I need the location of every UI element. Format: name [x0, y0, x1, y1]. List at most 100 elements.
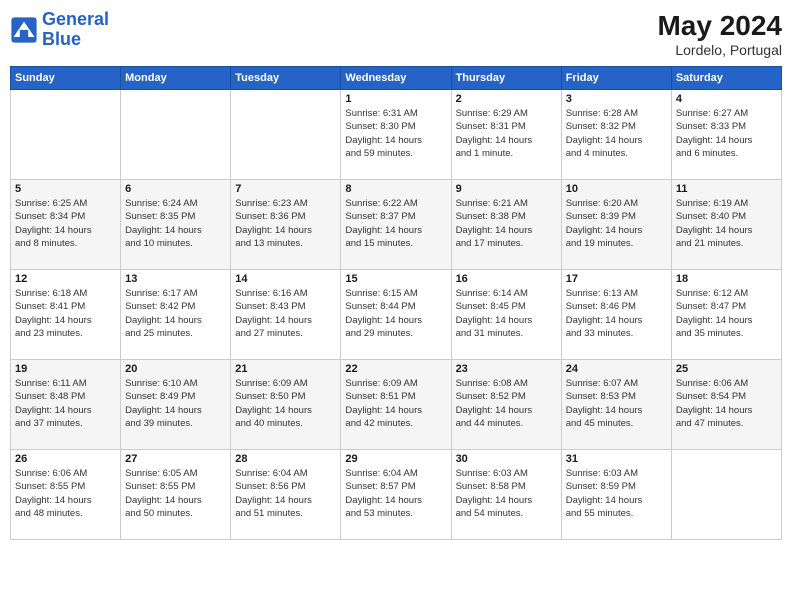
table-row: 28Sunrise: 6:04 AMSunset: 8:56 PMDayligh… [231, 450, 341, 540]
day-number: 5 [15, 183, 116, 195]
day-number: 8 [345, 183, 446, 195]
day-number: 29 [345, 453, 446, 465]
table-row: 11Sunrise: 6:19 AMSunset: 8:40 PMDayligh… [671, 180, 781, 270]
col-tuesday: Tuesday [231, 67, 341, 90]
day-number: 16 [456, 273, 557, 285]
day-number: 26 [15, 453, 116, 465]
day-info: Sunrise: 6:11 AMSunset: 8:48 PMDaylight:… [15, 377, 116, 430]
day-number: 4 [676, 93, 777, 105]
table-row: 5 Sunrise: 6:25 AMSunset: 8:34 PMDaylight… [11, 180, 121, 270]
day-number: 18 [676, 273, 777, 285]
table-row: 2 Sunrise: 6:29 AMSunset: 8:31 PMDaylight… [451, 90, 561, 180]
day-info: Sunrise: 6:22 AMSunset: 8:37 PMDaylight:… [345, 197, 446, 250]
table-row: 30 Sunrise: 6:03 AMSunset: 8:58 PMDayligh… [451, 450, 561, 540]
page: General Blue May 2024 Lordelo, Portugal … [0, 0, 792, 612]
day-info: Sunrise: 6:15 AMSunset: 8:44 PMDaylight:… [345, 287, 446, 340]
day-info: Sunrise: 6:17 AMSunset: 8:42 PMDaylight:… [125, 287, 226, 340]
table-row: 15 Sunrise: 6:15 AMSunset: 8:44 PMDayligh… [341, 270, 451, 360]
calendar-week-row: 12Sunrise: 6:18 AMSunset: 8:41 PMDayligh… [11, 270, 782, 360]
day-info: Sunrise: 6:18 AMSunset: 8:41 PMDaylight:… [15, 287, 116, 340]
day-number: 21 [235, 363, 336, 375]
day-number: 13 [125, 273, 226, 285]
day-info: Sunrise: 6:20 AMSunset: 8:39 PMDaylight:… [566, 197, 667, 250]
day-number: 27 [125, 453, 226, 465]
day-number: 28 [235, 453, 336, 465]
table-row: 22 Sunrise: 6:09 AMSunset: 8:51 PMDayligh… [341, 360, 451, 450]
day-number: 22 [345, 363, 446, 375]
table-row: 6 Sunrise: 6:24 AMSunset: 8:35 PMDaylight… [121, 180, 231, 270]
table-row: 14Sunrise: 6:16 AMSunset: 8:43 PMDayligh… [231, 270, 341, 360]
table-row: 24Sunrise: 6:07 AMSunset: 8:53 PMDayligh… [561, 360, 671, 450]
logo: General Blue [10, 10, 109, 50]
table-row [231, 90, 341, 180]
day-info: Sunrise: 6:06 AMSunset: 8:54 PMDaylight:… [676, 377, 777, 430]
location: Lordelo, Portugal [657, 42, 782, 58]
day-number: 14 [235, 273, 336, 285]
col-sunday: Sunday [11, 67, 121, 90]
day-info: Sunrise: 6:25 AMSunset: 8:34 PMDaylight:… [15, 197, 116, 250]
day-info: Sunrise: 6:10 AMSunset: 8:49 PMDaylight:… [125, 377, 226, 430]
table-row: 26Sunrise: 6:06 AMSunset: 8:55 PMDayligh… [11, 450, 121, 540]
month-title: May 2024 [657, 10, 782, 42]
calendar-week-row: 1 Sunrise: 6:31 AMSunset: 8:30 PMDaylight… [11, 90, 782, 180]
day-info: Sunrise: 6:09 AMSunset: 8:51 PMDaylight:… [345, 377, 446, 430]
table-row: 1 Sunrise: 6:31 AMSunset: 8:30 PMDaylight… [341, 90, 451, 180]
day-info: Sunrise: 6:04 AMSunset: 8:57 PMDaylight:… [345, 467, 446, 520]
table-row: 10Sunrise: 6:20 AMSunset: 8:39 PMDayligh… [561, 180, 671, 270]
day-number: 19 [15, 363, 116, 375]
day-info: Sunrise: 6:12 AMSunset: 8:47 PMDaylight:… [676, 287, 777, 340]
day-info: Sunrise: 6:28 AMSunset: 8:32 PMDaylight:… [566, 107, 667, 160]
day-number: 30 [456, 453, 557, 465]
table-row: 7Sunrise: 6:23 AMSunset: 8:36 PMDaylight… [231, 180, 341, 270]
day-number: 31 [566, 453, 667, 465]
day-info: Sunrise: 6:24 AMSunset: 8:35 PMDaylight:… [125, 197, 226, 250]
table-row: 12Sunrise: 6:18 AMSunset: 8:41 PMDayligh… [11, 270, 121, 360]
table-row: 13 Sunrise: 6:17 AMSunset: 8:42 PMDayligh… [121, 270, 231, 360]
table-row [671, 450, 781, 540]
table-row [11, 90, 121, 180]
table-row: 31 Sunrise: 6:03 AMSunset: 8:59 PMDayligh… [561, 450, 671, 540]
table-row: 21 Sunrise: 6:09 AMSunset: 8:50 PMDayligh… [231, 360, 341, 450]
day-info: Sunrise: 6:03 AMSunset: 8:58 PMDaylight:… [456, 467, 557, 520]
day-number: 24 [566, 363, 667, 375]
day-info: Sunrise: 6:14 AMSunset: 8:45 PMDaylight:… [456, 287, 557, 340]
calendar-week-row: 5 Sunrise: 6:25 AMSunset: 8:34 PMDaylight… [11, 180, 782, 270]
day-number: 20 [125, 363, 226, 375]
table-row: 18 Sunrise: 6:12 AMSunset: 8:47 PMDayligh… [671, 270, 781, 360]
day-number: 25 [676, 363, 777, 375]
day-number: 2 [456, 93, 557, 105]
table-row [121, 90, 231, 180]
logo-icon [10, 16, 38, 44]
header: General Blue May 2024 Lordelo, Portugal [10, 10, 782, 58]
day-number: 6 [125, 183, 226, 195]
calendar: Sunday Monday Tuesday Wednesday Thursday… [10, 66, 782, 540]
day-info: Sunrise: 6:21 AMSunset: 8:38 PMDaylight:… [456, 197, 557, 250]
day-number: 15 [345, 273, 446, 285]
table-row: 8 Sunrise: 6:22 AMSunset: 8:37 PMDaylight… [341, 180, 451, 270]
day-number: 23 [456, 363, 557, 375]
day-info: Sunrise: 6:05 AMSunset: 8:55 PMDaylight:… [125, 467, 226, 520]
day-number: 7 [235, 183, 336, 195]
day-info: Sunrise: 6:27 AMSunset: 8:33 PMDaylight:… [676, 107, 777, 160]
col-wednesday: Wednesday [341, 67, 451, 90]
day-info: Sunrise: 6:09 AMSunset: 8:50 PMDaylight:… [235, 377, 336, 430]
col-saturday: Saturday [671, 67, 781, 90]
day-info: Sunrise: 6:29 AMSunset: 8:31 PMDaylight:… [456, 107, 557, 160]
day-info: Sunrise: 6:31 AMSunset: 8:30 PMDaylight:… [345, 107, 446, 160]
title-section: May 2024 Lordelo, Portugal [657, 10, 782, 58]
table-row: 27 Sunrise: 6:05 AMSunset: 8:55 PMDayligh… [121, 450, 231, 540]
calendar-header-row: Sunday Monday Tuesday Wednesday Thursday… [11, 67, 782, 90]
col-thursday: Thursday [451, 67, 561, 90]
logo-line1: General [42, 10, 109, 30]
table-row: 3Sunrise: 6:28 AMSunset: 8:32 PMDaylight… [561, 90, 671, 180]
col-monday: Monday [121, 67, 231, 90]
table-row: 17Sunrise: 6:13 AMSunset: 8:46 PMDayligh… [561, 270, 671, 360]
day-info: Sunrise: 6:19 AMSunset: 8:40 PMDaylight:… [676, 197, 777, 250]
table-row: 19 Sunrise: 6:11 AMSunset: 8:48 PMDayligh… [11, 360, 121, 450]
day-number: 17 [566, 273, 667, 285]
day-number: 9 [456, 183, 557, 195]
day-info: Sunrise: 6:03 AMSunset: 8:59 PMDaylight:… [566, 467, 667, 520]
table-row: 29 Sunrise: 6:04 AMSunset: 8:57 PMDayligh… [341, 450, 451, 540]
day-number: 1 [345, 93, 446, 105]
table-row: 23Sunrise: 6:08 AMSunset: 8:52 PMDayligh… [451, 360, 561, 450]
